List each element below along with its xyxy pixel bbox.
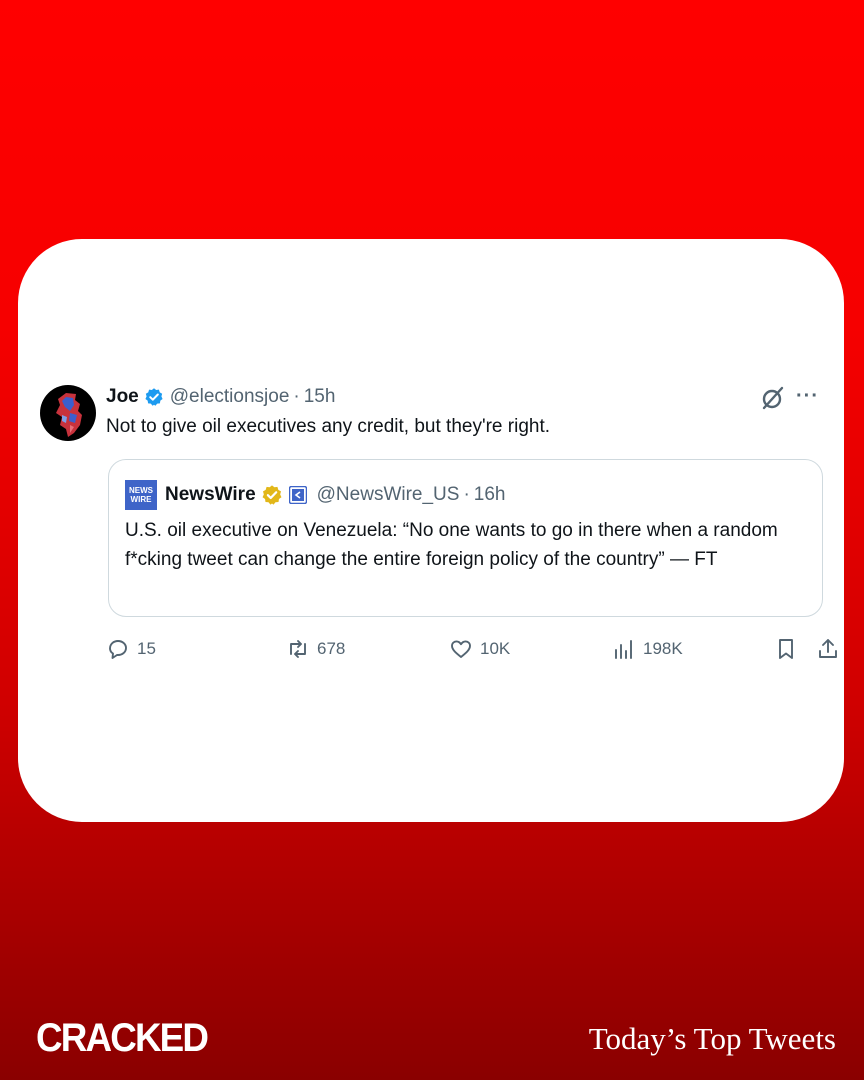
quoted-tweet[interactable]: NEWS WIRE NewsWire @NewsWire_US · 16h U.… [108, 459, 823, 617]
quoted-tweet-text: U.S. oil executive on Venezuela: “No one… [125, 520, 778, 570]
tweet-actions: 15 678 10K 198K [106, 635, 837, 663]
quoted-author-handle[interactable]: @NewsWire_US [317, 484, 460, 506]
repost-count: 678 [317, 639, 346, 658]
views-count: 198K [643, 639, 683, 658]
like-count: 10K [480, 639, 511, 658]
verified-badge-icon [145, 388, 163, 406]
new-jersey-map-icon [56, 393, 82, 437]
repost-button[interactable]: 678 [286, 635, 345, 663]
gold-verified-badge-icon [262, 485, 282, 505]
share-icon [819, 639, 837, 658]
separator: · [463, 484, 470, 505]
newswire-logo: NEWS WIRE [125, 480, 157, 510]
bookmark-button[interactable] [774, 635, 805, 663]
reply-button[interactable]: 15 [106, 635, 156, 663]
bookmark-icon [779, 639, 793, 659]
cracked-logo: CRACKED [36, 1016, 209, 1060]
views-icon [615, 640, 632, 659]
tweet-text: Not to give oil executives any credit, b… [106, 416, 551, 437]
more-icon[interactable]: ··· [796, 383, 819, 409]
author-name[interactable]: Joe [106, 386, 139, 408]
repost-icon [290, 640, 306, 658]
quoted-tweet-time[interactable]: 16h [474, 484, 506, 506]
footer-tagline: Today’s Top Tweets [588, 1021, 836, 1056]
views-button[interactable]: 198K [612, 635, 683, 663]
like-button[interactable]: 10K [449, 635, 510, 663]
separator: · [293, 386, 300, 407]
share-button[interactable] [816, 635, 847, 663]
reply-icon [109, 640, 127, 659]
like-icon [451, 640, 471, 658]
tweet-card: Joe @electionsjoe · 15h ··· Not to give … [18, 239, 844, 822]
quoted-tweet-header: NEWS WIRE NewsWire @NewsWire_US · 16h [125, 480, 505, 510]
grok-icon[interactable] [760, 385, 786, 411]
author-handle[interactable]: @electionsjoe [170, 386, 290, 408]
affiliate-badge-icon [288, 486, 307, 504]
tweet-header: Joe @electionsjoe · 15h [106, 383, 335, 411]
avatar[interactable] [40, 385, 96, 441]
reply-count: 15 [137, 639, 156, 658]
quoted-author-name[interactable]: NewsWire [165, 484, 256, 506]
tweet-time[interactable]: 15h [304, 386, 336, 408]
